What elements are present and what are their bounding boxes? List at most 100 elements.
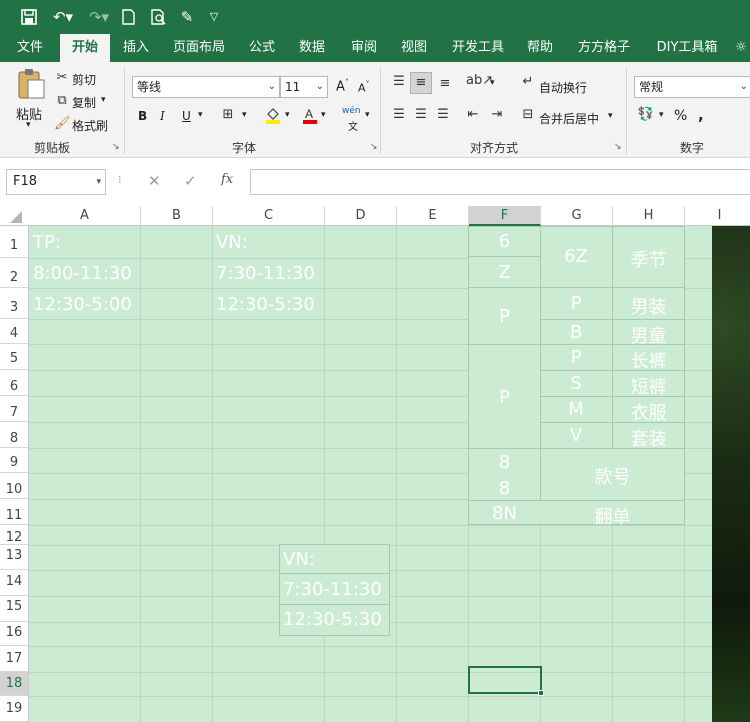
row-header[interactable]: 7 — [0, 396, 28, 422]
phonetic-guide-button[interactable]: wén — [342, 106, 361, 116]
cell-a2[interactable]: 8:00-11:30 — [33, 263, 132, 284]
format-painter-icon[interactable]: 🖌 — [54, 116, 71, 131]
cell-a3[interactable]: 12:30-5:00 — [33, 294, 132, 315]
worksheet-grid[interactable]: TP: 8:00-11:30 12:30-5:00 VN: 7:30-11:30… — [29, 226, 712, 722]
row-header[interactable]: 12 — [0, 525, 28, 545]
row-header[interactable]: 18 — [0, 672, 28, 696]
font-size-combo[interactable]: 11 ⌄ — [280, 76, 328, 98]
cell-c2[interactable]: 7:30-11:30 — [216, 263, 315, 284]
cell-f2[interactable]: Z — [469, 262, 540, 283]
cell-f3-f4[interactable]: P — [469, 306, 540, 327]
cell-h6[interactable]: 短裤 — [612, 373, 685, 399]
cell-h1-h2[interactable]: 季节 — [612, 246, 685, 272]
align-right-icon[interactable]: ☰ — [434, 107, 452, 122]
font-launcher-icon[interactable]: ↘ — [370, 142, 378, 152]
active-cell-f18[interactable] — [468, 666, 542, 694]
accounting-format-icon[interactable]: 💱 — [636, 107, 656, 122]
column-header-a[interactable]: A — [29, 206, 141, 226]
leaf-photo-image[interactable] — [712, 226, 750, 722]
row-header[interactable]: 9 — [0, 448, 28, 473]
row-header[interactable]: 11 — [0, 499, 28, 525]
row-header[interactable]: 15 — [0, 596, 28, 622]
merge-center-icon[interactable]: ⊟ — [520, 107, 536, 122]
vn-morning-hours[interactable]: 7:30-11:30 — [283, 579, 382, 600]
shrink-font-button[interactable]: A˅ — [358, 80, 370, 95]
decrease-indent-icon[interactable]: ⇤ — [464, 107, 482, 122]
percent-button[interactable]: % — [674, 108, 687, 124]
cell-g7[interactable]: M — [540, 399, 612, 420]
print-preview-icon[interactable] — [148, 6, 168, 28]
cell-f5-f8[interactable]: P — [469, 387, 540, 408]
tab-home[interactable]: 开始 — [60, 34, 110, 62]
brush-tool-icon[interactable]: ✎ — [176, 6, 198, 28]
row-header[interactable]: 16 — [0, 622, 28, 646]
tab-diy-toolbox[interactable]: DIY工具箱 — [648, 34, 726, 62]
alignment-launcher-icon[interactable]: ↘ — [614, 142, 622, 152]
tab-view[interactable]: 视图 — [394, 34, 434, 62]
cell-g5[interactable]: P — [540, 347, 612, 368]
wrap-text-icon[interactable]: ↵ — [520, 74, 536, 89]
row-header[interactable]: 2 — [0, 258, 28, 288]
lightbulb-icon[interactable]: ☼ — [732, 34, 750, 62]
column-header-g[interactable]: G — [541, 206, 613, 226]
column-header-d[interactable]: D — [325, 206, 397, 226]
font-name-combo[interactable]: 等线 ⌄ — [132, 76, 280, 98]
cut-icon[interactable]: ✂ — [54, 70, 70, 85]
paste-dropdown-icon[interactable]: ▾ — [26, 120, 31, 130]
row-header[interactable]: 3 — [0, 288, 28, 319]
cut-button[interactable]: 剪切 — [72, 71, 96, 88]
row-header[interactable]: 5 — [0, 344, 28, 370]
align-bottom-icon[interactable]: ≡ — [436, 76, 454, 91]
tab-page-layout[interactable]: 页面布局 — [166, 34, 232, 62]
copy-icon[interactable]: ⧉ — [54, 93, 70, 108]
align-center-icon[interactable]: ☰ — [412, 107, 430, 122]
paste-icon[interactable] — [14, 68, 48, 102]
tab-help[interactable]: 帮助 — [520, 34, 560, 62]
cell-h4[interactable]: 男童 — [612, 322, 685, 348]
comma-button[interactable]: , — [698, 106, 704, 124]
underline-dropdown-icon[interactable]: ▾ — [198, 110, 203, 120]
cell-g11-h11[interactable]: 翻单 — [540, 503, 685, 529]
row-header[interactable]: 8 — [0, 422, 28, 448]
borders-icon[interactable]: ⊞ — [220, 107, 236, 122]
grow-font-button[interactable]: A˄ — [336, 78, 349, 94]
cell-a1[interactable]: TP: — [33, 232, 61, 253]
column-header-h[interactable]: H — [613, 206, 685, 226]
wrap-text-button[interactable]: 自动换行 — [539, 79, 587, 96]
tab-fangfang[interactable]: 方方格子 — [570, 34, 638, 62]
cell-h7[interactable]: 衣服 — [612, 399, 685, 425]
formula-input[interactable] — [250, 169, 750, 195]
cell-g1-g2[interactable]: 6Z — [540, 246, 612, 267]
phonetic-dropdown-icon[interactable]: ▾ — [365, 110, 370, 120]
column-header-b[interactable]: B — [141, 206, 213, 226]
tab-data[interactable]: 数据 — [292, 34, 332, 62]
tab-developer[interactable]: 开发工具 — [444, 34, 512, 62]
vn-afternoon-hours[interactable]: 12:30-5:30 — [283, 609, 382, 630]
column-header-e[interactable]: E — [397, 206, 469, 226]
column-header-f[interactable]: F — [469, 206, 541, 226]
vn-label[interactable]: VN: — [283, 549, 315, 570]
cell-f10[interactable]: 8 — [469, 478, 540, 499]
clipboard-launcher-icon[interactable]: ↘ — [112, 142, 120, 152]
select-all-icon[interactable] — [10, 211, 22, 223]
italic-button[interactable]: I — [160, 109, 165, 123]
row-header[interactable]: 4 — [0, 319, 28, 344]
cell-g6[interactable]: S — [540, 373, 612, 394]
row-header[interactable]: 13 — [0, 545, 28, 570]
cell-f1[interactable]: 6 — [469, 231, 540, 252]
save-icon[interactable] — [18, 6, 40, 28]
copy-dropdown-icon[interactable]: ▾ — [101, 95, 106, 105]
fill-color-icon[interactable] — [264, 106, 282, 128]
redo-icon[interactable]: ↷▾ — [84, 6, 114, 28]
orientation-icon[interactable]: ab↗ — [466, 73, 493, 88]
column-header-c[interactable]: C — [213, 206, 325, 226]
row-header[interactable]: 14 — [0, 570, 28, 596]
cell-c3[interactable]: 12:30-5:30 — [216, 294, 315, 315]
cell-g3[interactable]: P — [540, 293, 612, 314]
new-file-icon[interactable] — [118, 6, 138, 28]
underline-button[interactable]: U — [182, 109, 191, 123]
row-header[interactable]: 17 — [0, 646, 28, 672]
fill-color-dropdown-icon[interactable]: ▾ — [285, 110, 290, 120]
undo-icon[interactable]: ↶▾ — [48, 6, 78, 28]
cell-h8[interactable]: 套装 — [612, 425, 685, 451]
